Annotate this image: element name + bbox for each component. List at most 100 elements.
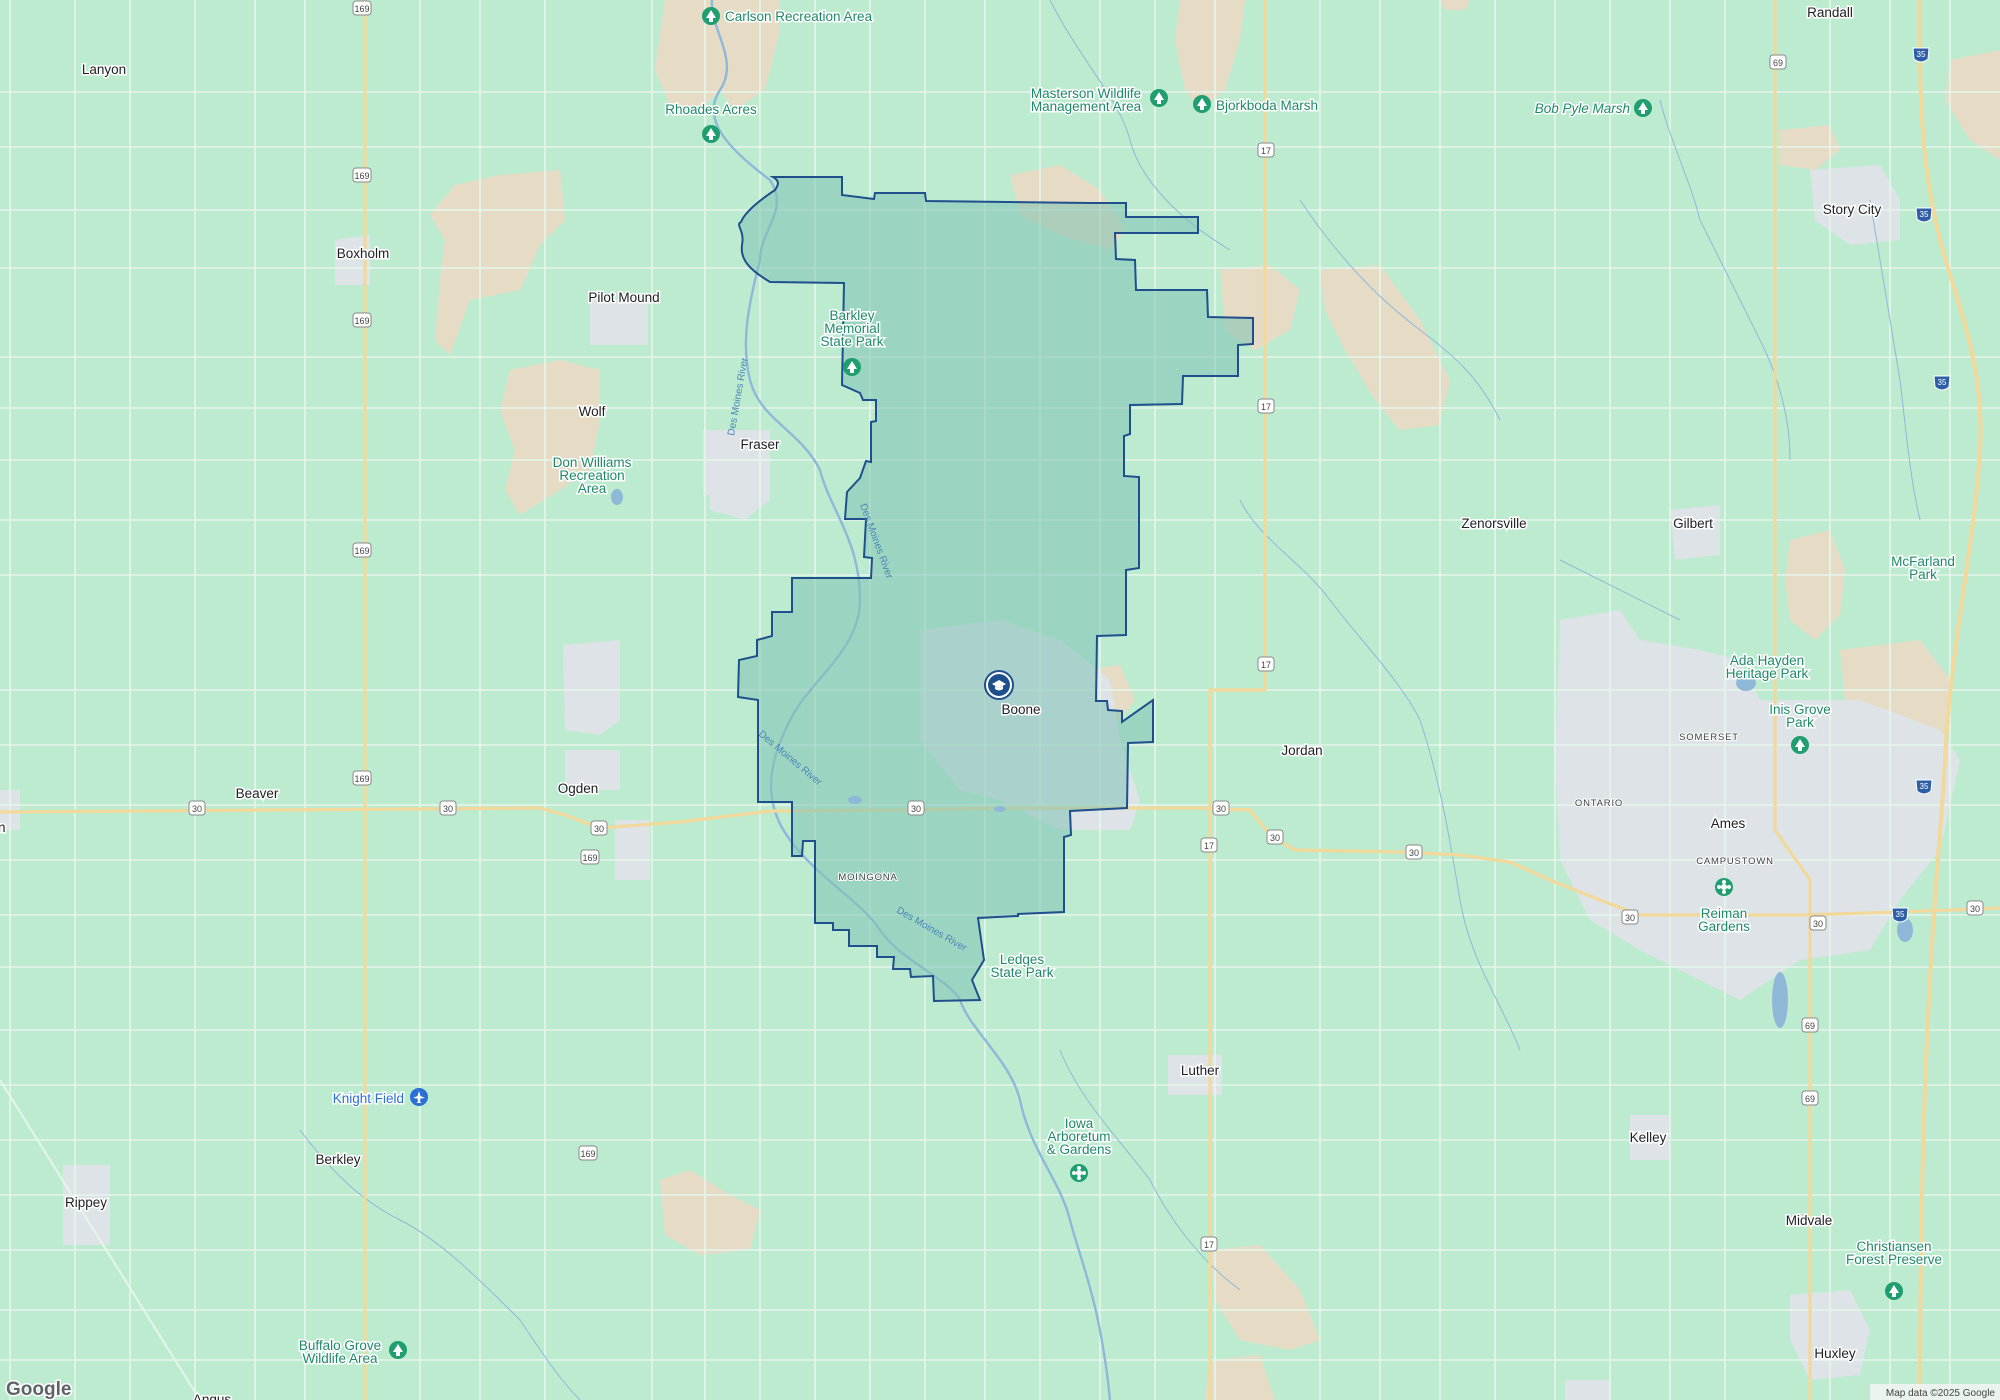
place-label[interactable]: Angus: [191, 1391, 233, 1400]
svg-text:17: 17: [1204, 1240, 1214, 1250]
place-label[interactable]: Boone: [1000, 701, 1042, 719]
place-label[interactable]: Berkley: [314, 1151, 362, 1169]
park-icon[interactable]: [389, 1341, 407, 1359]
i-35-shield: 35: [1915, 207, 1933, 223]
place-label[interactable]: Jordan: [1280, 742, 1324, 760]
airport-icon[interactable]: [410, 1088, 428, 1106]
us-169-shield: 169: [352, 542, 372, 558]
us-30-shield: 30: [907, 800, 925, 816]
neighborhood-label: CAMPUSTOWN: [1696, 856, 1774, 867]
us-169-shield: 169: [352, 770, 372, 786]
i-35-shield: 35: [1915, 779, 1933, 795]
park-icon[interactable]: [1885, 1282, 1903, 1300]
svg-text:30: 30: [1970, 904, 1980, 914]
place-label[interactable]: Midvale: [1784, 1212, 1834, 1230]
garden-icon[interactable]: [1715, 878, 1733, 896]
svg-text:169: 169: [354, 4, 369, 14]
ia-17-shield: 17: [1200, 837, 1218, 853]
poi-label[interactable]: Carlson Recreation Area: [724, 8, 875, 26]
us-169-shield: 169: [580, 849, 600, 865]
svg-text:30: 30: [911, 804, 921, 814]
park-icon[interactable]: [1150, 89, 1168, 107]
poi-label[interactable]: Christiansen Forest Preserve: [1844, 1238, 1943, 1269]
place-label[interactable]: Boxholm: [335, 245, 391, 263]
svg-text:17: 17: [1261, 402, 1271, 412]
svg-text:30: 30: [1625, 913, 1635, 923]
ia-17-shield: 17: [1257, 398, 1275, 414]
svg-text:69: 69: [1805, 1021, 1815, 1031]
us-30-shield: 30: [1212, 800, 1230, 816]
ia-17-shield: 17: [1257, 656, 1275, 672]
google-logo: Google: [6, 1379, 71, 1400]
us-30-shield: 30: [1809, 915, 1827, 931]
place-label[interactable]: Fraser: [739, 436, 782, 454]
park-icon[interactable]: [702, 125, 720, 143]
ia-17-shield: 17: [1257, 142, 1275, 158]
map-canvas[interactable]: 169 169 169 169 169 169 169 17 17 17 17 …: [0, 0, 2000, 1400]
us-30-shield: 30: [439, 800, 457, 816]
svg-text:69: 69: [1773, 58, 1783, 68]
svg-text:35: 35: [1938, 378, 1947, 387]
park-icon[interactable]: [843, 358, 861, 376]
map-attribution[interactable]: Map data ©2025 Google: [1886, 1388, 1996, 1399]
place-label[interactable]: Luther: [1179, 1062, 1221, 1080]
place-label[interactable]: Ames: [1709, 815, 1747, 833]
place-label[interactable]: Huxley: [1813, 1345, 1858, 1363]
svg-text:169: 169: [354, 316, 369, 326]
svg-text:30: 30: [1409, 848, 1419, 858]
svg-text:30: 30: [1270, 833, 1280, 843]
us-169-shield: 169: [352, 167, 372, 183]
place-label[interactable]: Beaver: [234, 785, 280, 803]
park-icon[interactable]: [1193, 95, 1211, 113]
poi-label[interactable]: Rhoades Acres: [664, 101, 759, 119]
us-30-shield: 30: [1621, 909, 1639, 925]
svg-text:169: 169: [580, 1149, 595, 1159]
svg-text:35: 35: [1917, 50, 1926, 59]
svg-text:30: 30: [192, 804, 202, 814]
place-label[interactable]: Pilot Mound: [587, 289, 661, 307]
poi-label[interactable]: Ada Hayden Heritage Park: [1724, 652, 1810, 683]
i-35-shield: 35: [1912, 47, 1930, 63]
svg-text:17: 17: [1261, 660, 1271, 670]
school-icon[interactable]: [984, 670, 1014, 700]
svg-text:30: 30: [1813, 919, 1823, 929]
poi-label[interactable]: Bob Pyle Marsh: [1533, 100, 1631, 118]
us-30-shield: 30: [1966, 900, 1984, 916]
poi-label[interactable]: Reiman Gardens: [1697, 905, 1752, 936]
us-69-shield: 69: [1801, 1017, 1819, 1033]
place-label[interactable]: Kelley: [1628, 1129, 1668, 1147]
place-label[interactable]: Gilbert: [1672, 515, 1715, 533]
poi-label[interactable]: Barkley Memorial State Park: [819, 307, 885, 351]
place-label[interactable]: Story City: [1821, 201, 1883, 219]
svg-text:35: 35: [1896, 910, 1905, 919]
place-label[interactable]: Lanyon: [80, 61, 127, 79]
poi-label[interactable]: Bjorkboda Marsh: [1215, 97, 1320, 115]
place-label[interactable]: Rippey: [63, 1194, 108, 1212]
place-label[interactable]: n: [0, 819, 7, 837]
park-icon[interactable]: [702, 7, 720, 25]
place-label[interactable]: Ogden: [556, 780, 600, 798]
neighborhood-label: SOMERSET: [1679, 732, 1739, 743]
svg-text:30: 30: [443, 804, 453, 814]
us-30-shield: 30: [1266, 829, 1284, 845]
poi-label[interactable]: Buffalo Grove Wildlife Area: [297, 1337, 382, 1368]
neighborhood-label: MOINGONA: [838, 872, 897, 883]
us-30-shield: 30: [188, 800, 206, 816]
park-icon[interactable]: [1791, 736, 1809, 754]
svg-text:69: 69: [1805, 1094, 1815, 1104]
garden-icon[interactable]: [1070, 1164, 1088, 1182]
poi-label[interactable]: Knight Field: [331, 1090, 405, 1108]
poi-label[interactable]: Masterson Wildlife Management Area: [1029, 85, 1143, 116]
place-label[interactable]: Wolf: [577, 403, 607, 421]
i-35-shield: 35: [1933, 375, 1951, 391]
svg-text:169: 169: [582, 853, 597, 863]
place-label[interactable]: Zenorsville: [1460, 515, 1528, 533]
park-icon[interactable]: [1634, 99, 1652, 117]
svg-text:30: 30: [1216, 804, 1226, 814]
us-169-shield: 169: [352, 312, 372, 328]
svg-text:35: 35: [1920, 210, 1929, 219]
svg-text:169: 169: [354, 171, 369, 181]
svg-text:169: 169: [354, 774, 369, 784]
svg-text:35: 35: [1920, 782, 1929, 791]
place-label[interactable]: Randall: [1806, 4, 1855, 22]
